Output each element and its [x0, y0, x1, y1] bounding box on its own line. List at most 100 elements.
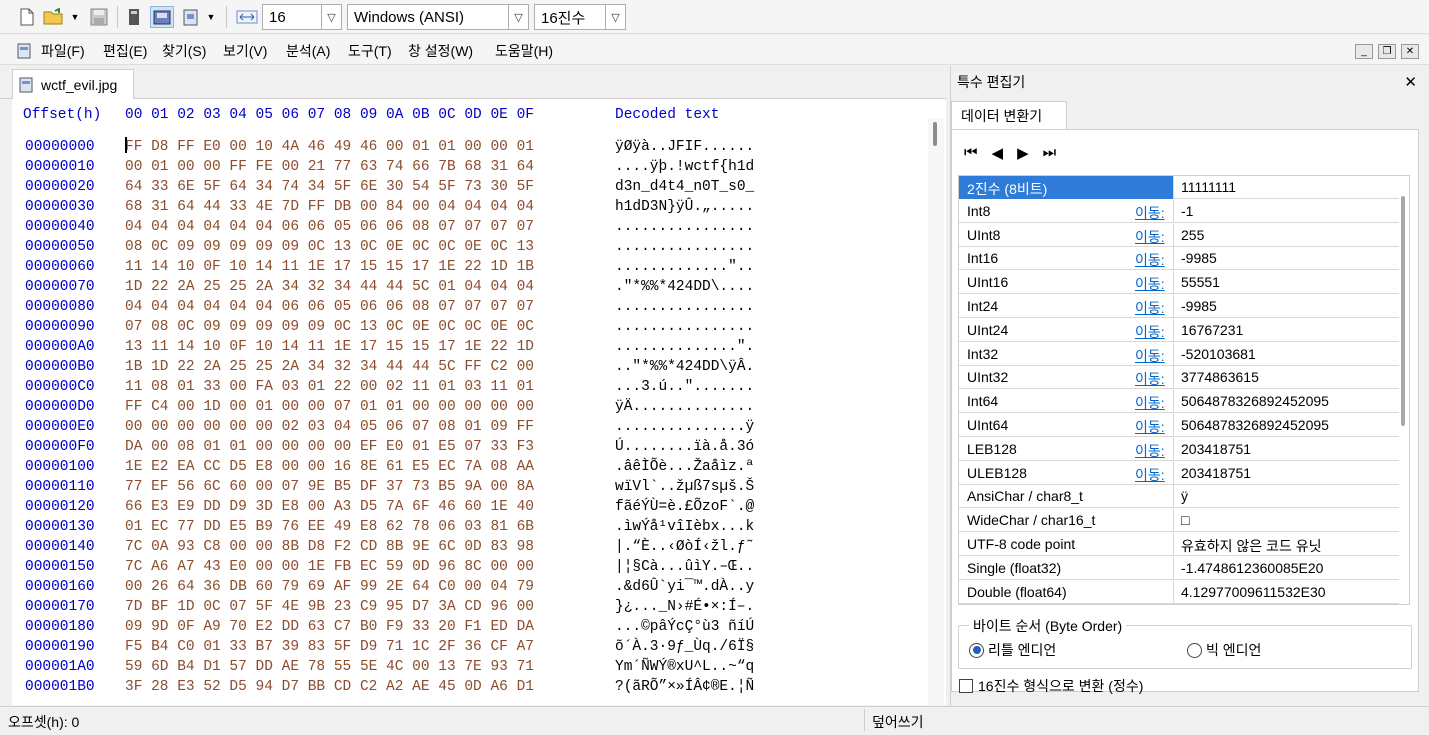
chevron-down-icon[interactable]: ▽ [605, 5, 625, 29]
inspector-row[interactable]: Int32 이동: -520103681 [959, 342, 1399, 366]
ram-editor-icon[interactable] [180, 6, 202, 28]
goto-link[interactable]: 이동: [1135, 393, 1165, 413]
row-hex-bytes[interactable]: 01 EC 77 DD E5 B9 76 EE 49 E8 62 78 06 0… [125, 517, 534, 537]
inspector-row[interactable]: ULEB128 이동: 203418751 [959, 461, 1399, 485]
inspector-value[interactable]: 16767231 [1181, 322, 1243, 338]
row-hex-bytes[interactable]: 66 E3 E9 DD D9 3D E8 00 A3 D5 7A 6F 46 6… [125, 497, 534, 517]
goto-link[interactable]: 이동: [1135, 227, 1165, 247]
menu-edit[interactable]: 편집(E) [103, 41, 147, 61]
row-hex-bytes[interactable]: FF C4 00 1D 00 01 00 00 07 01 01 00 00 0… [125, 397, 534, 417]
row-offset[interactable]: 000001A0 [25, 657, 95, 677]
offset-base-select[interactable]: 16진수 ▽ [534, 4, 626, 30]
row-hex-bytes[interactable]: 1B 1D 22 2A 25 25 2A 34 32 34 44 44 5C F… [125, 357, 534, 377]
row-offset[interactable]: 00000180 [25, 617, 95, 637]
inspector-row[interactable]: UInt24 이동: 16767231 [959, 318, 1399, 342]
row-decoded-text[interactable]: .ìwÝå¹vîIèbx...k [615, 517, 754, 537]
row-hex-bytes[interactable]: DA 00 08 01 01 00 00 00 00 EF E0 01 E5 0… [125, 437, 534, 457]
row-hex-bytes[interactable]: 13 11 14 10 0F 10 14 11 1E 17 15 15 17 1… [125, 337, 534, 357]
row-hex-bytes[interactable]: 7C 0A 93 C8 00 00 8B D8 F2 CD 8B 9E 6C 0… [125, 537, 534, 557]
inspector-row[interactable]: LEB128 이동: 203418751 [959, 437, 1399, 461]
inspector-value[interactable]: 55551 [1181, 274, 1220, 290]
row-decoded-text[interactable]: h1dD3N}ÿÛ.„..... [615, 197, 754, 217]
inspector-value[interactable]: -1.4748612360085E20 [1181, 560, 1323, 576]
row-hex-bytes[interactable]: 77 EF 56 6C 60 00 07 9E B5 DF 37 73 B5 9… [125, 477, 534, 497]
row-hex-bytes[interactable]: 00 01 00 00 FF FE 00 21 77 63 74 66 7B 6… [125, 157, 534, 177]
inspector-value[interactable]: 5064878326892452095 [1181, 417, 1329, 433]
vertical-scrollbar[interactable] [928, 118, 944, 705]
inspector-row[interactable]: UInt16 이동: 55551 [959, 271, 1399, 295]
scrollbar-thumb[interactable] [933, 122, 937, 146]
row-offset[interactable]: 00000170 [25, 597, 95, 617]
row-offset[interactable]: 00000150 [25, 557, 95, 577]
row-decoded-text[interactable]: ................ [615, 297, 754, 317]
row-decoded-text[interactable]: }¿..._N›#É•×:Í–. [615, 597, 754, 617]
row-decoded-text[interactable]: Ym´ÑWÝ®xU^L..~“q [615, 657, 754, 677]
goto-link[interactable]: 이동: [1135, 441, 1165, 461]
row-offset[interactable]: 000000B0 [25, 357, 95, 377]
inspector-value[interactable]: 4.12977009611532E30 [1181, 584, 1326, 600]
radio-icon[interactable] [1187, 642, 1202, 658]
first-icon[interactable]: ⏮ [964, 144, 978, 162]
inspector-value[interactable]: 3774863615 [1181, 369, 1259, 385]
row-decoded-text[interactable]: d3n_d4t4_n0T_s0_ [615, 177, 754, 197]
row-hex-bytes[interactable]: 3F 28 E3 52 D5 94 D7 BB CD C2 A2 AE 45 0… [125, 677, 534, 697]
chevron-down-icon[interactable]: ▽ [321, 5, 341, 29]
row-hex-bytes[interactable]: 00 26 64 36 DB 60 79 69 AF 99 2E 64 C0 0… [125, 577, 534, 597]
row-offset[interactable]: 00000070 [25, 277, 95, 297]
little-endian-radio[interactable]: 리틀 엔디언 [969, 640, 1056, 660]
row-offset[interactable]: 00000190 [25, 637, 95, 657]
row-decoded-text[interactable]: .âêÌÕè...Žaåìz.ª [615, 457, 754, 477]
row-offset[interactable]: 00000080 [25, 297, 95, 317]
inspector-value[interactable]: 203418751 [1181, 465, 1251, 481]
row-offset[interactable]: 00000010 [25, 157, 95, 177]
row-hex-bytes[interactable]: 1D 22 2A 25 25 2A 34 32 34 44 44 5C 01 0… [125, 277, 534, 297]
row-decoded-text[interactable]: ÿÄ.............. [615, 397, 754, 417]
inspector-row[interactable]: Int64 이동: 5064878326892452095 [959, 390, 1399, 414]
row-offset[interactable]: 000000D0 [25, 397, 95, 417]
row-hex-bytes[interactable]: 09 9D 0F A9 70 E2 DD 63 C7 B0 F9 33 20 F… [125, 617, 534, 637]
row-hex-bytes[interactable]: 7D BF 1D 0C 07 5F 4E 9B 23 C9 95 D7 3A C… [125, 597, 534, 617]
row-offset[interactable]: 00000020 [25, 177, 95, 197]
row-offset[interactable]: 000000E0 [25, 417, 95, 437]
close-icon[interactable]: ✕ [1404, 73, 1417, 91]
row-decoded-text[interactable]: Ú........ïà.å.3ó [615, 437, 754, 457]
inspector-row[interactable]: UInt8 이동: 255 [959, 223, 1399, 247]
inspector-row[interactable]: WideChar / char16_t □ [959, 509, 1399, 533]
row-offset[interactable]: 000000C0 [25, 377, 95, 397]
row-offset[interactable]: 000000A0 [25, 337, 95, 357]
menu-view[interactable]: 보기(V) [223, 41, 267, 61]
inspector-value[interactable]: 203418751 [1181, 441, 1251, 457]
inspector-row[interactable]: Int16 이동: -9985 [959, 247, 1399, 271]
row-decoded-text[interactable]: ...©pâÝcÇ°ù3 ñíÚ [615, 617, 754, 637]
save-icon[interactable] [88, 6, 110, 28]
inspector-value[interactable]: 5064878326892452095 [1181, 393, 1329, 409]
row-offset[interactable]: 00000040 [25, 217, 95, 237]
previous-icon[interactable]: ◀ [992, 144, 1004, 162]
inspector-row[interactable]: Single (float32) -1.4748612360085E20 [959, 556, 1399, 580]
close-icon[interactable]: ✕ [1401, 44, 1419, 59]
row-hex-bytes[interactable]: 7C A6 A7 43 E0 00 00 1E FB EC 59 0D 96 8… [125, 557, 534, 577]
radio-selected-icon[interactable] [969, 642, 984, 658]
row-decoded-text[interactable]: ."*%%*424DD\.... [615, 277, 754, 297]
inspector-value[interactable]: 유효하지 않은 코드 유닛 [1181, 536, 1321, 556]
new-file-icon[interactable] [16, 6, 38, 28]
hex-convert-checkbox[interactable]: 16진수 형식으로 변환 (정수) [959, 676, 1143, 696]
minimize-icon[interactable]: _ [1355, 44, 1373, 59]
inspector-value[interactable]: 255 [1181, 227, 1204, 243]
row-offset[interactable]: 00000050 [25, 237, 95, 257]
row-offset[interactable]: 00000120 [25, 497, 95, 517]
row-decoded-text[interactable]: ...............ÿ [615, 417, 754, 437]
goto-link[interactable]: 이동: [1135, 417, 1165, 437]
row-decoded-text[interactable]: .."*%%*424DD\ÿÂ. [615, 357, 754, 377]
goto-link[interactable]: 이동: [1135, 322, 1165, 342]
inspector-value[interactable]: -9985 [1181, 250, 1217, 266]
big-endian-radio[interactable]: 빅 엔디언 [1187, 640, 1261, 660]
file-tab[interactable]: wctf_evil.jpg [12, 69, 134, 99]
row-hex-bytes[interactable]: 68 31 64 44 33 4E 7D FF DB 00 84 00 04 0… [125, 197, 534, 217]
row-decoded-text[interactable]: ................ [615, 217, 754, 237]
row-decoded-text[interactable]: .&d6Û`yi¯™.dÀ..y [615, 577, 754, 597]
disk-editor-icon[interactable] [150, 6, 174, 28]
inspector-value[interactable]: -9985 [1181, 298, 1217, 314]
row-decoded-text[interactable]: fãéÝÙ=è.£ÕzoF`.@ [615, 497, 754, 517]
next-icon[interactable]: ▶ [1017, 144, 1029, 162]
